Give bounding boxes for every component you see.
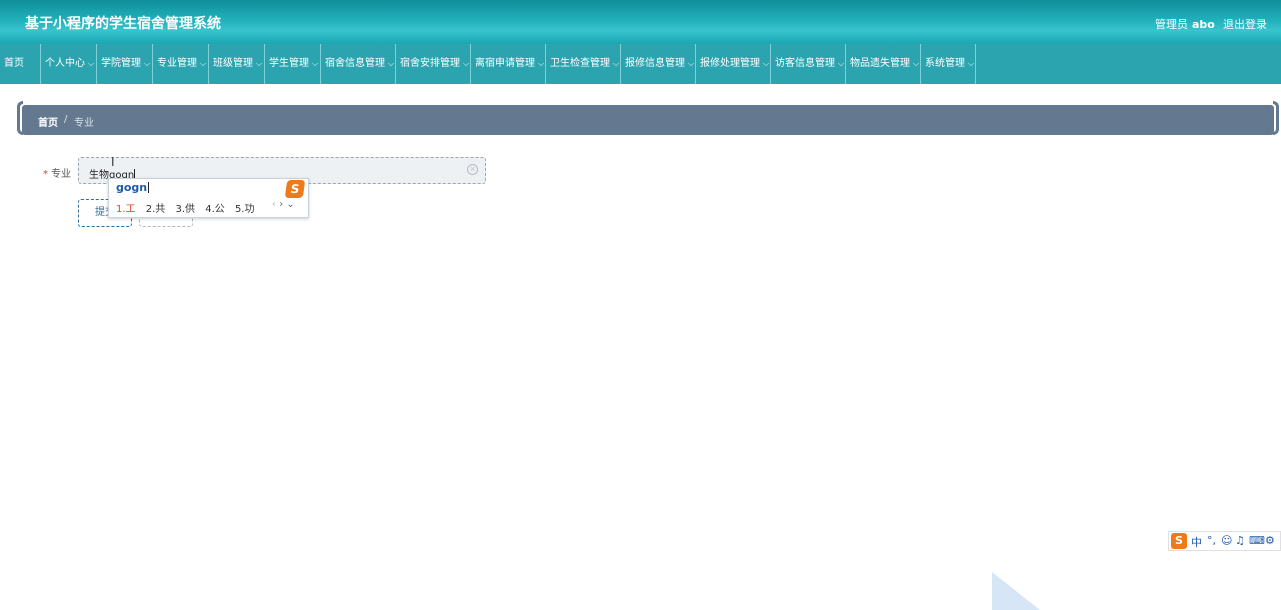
chevron-down-icon: ⌵: [763, 59, 770, 68]
ime-composition: gogn: [116, 181, 150, 194]
logout-link[interactable]: 退出登录: [1223, 16, 1267, 32]
ime-candidate[interactable]: 2.共: [146, 200, 166, 215]
mouse-ibeam-cursor-icon: I: [111, 155, 115, 169]
ime-keyboard-icon[interactable]: ⌨: [1249, 534, 1265, 547]
nav-item-major[interactable]: 专业管理 ⌵: [153, 44, 209, 84]
major-field-label: * 专业: [43, 165, 71, 180]
nav-label: 专业管理: [157, 58, 197, 69]
nav-label: 访客信息管理: [775, 58, 835, 69]
ime-punctuation-icon[interactable]: °,: [1207, 534, 1216, 547]
breadcrumb-current: 专业: [74, 118, 94, 129]
ime-composition-text: gogn: [116, 181, 148, 194]
chevron-down-icon: ⌵: [256, 59, 263, 68]
ime-candidate-list: 1.工 2.共 3.供 4.公 5.功: [116, 200, 261, 215]
nav-label: 离宿申请管理: [475, 58, 535, 69]
chevron-down-icon: ⌵: [838, 59, 845, 68]
breadcrumb-home[interactable]: 首页: [38, 114, 58, 129]
username: abo: [1192, 18, 1215, 31]
nav-item-visitor[interactable]: 访客信息管理 ⌵: [771, 44, 846, 84]
nav-item-lost-items[interactable]: 物品遗失管理 ⌵: [846, 44, 921, 84]
nav-item-student[interactable]: 学生管理 ⌵: [265, 44, 321, 84]
nav-label: 个人中心: [45, 58, 85, 69]
nav-label: 班级管理: [213, 58, 253, 69]
nav-item-profile[interactable]: 个人中心 ⌵: [41, 44, 97, 84]
nav-label: 宿舍信息管理: [325, 58, 385, 69]
nav-label: 学院管理: [101, 58, 141, 69]
ime-pager: ‹ › ⌄: [272, 199, 295, 210]
nav-label: 宿舍安排管理: [400, 58, 460, 69]
prev-page-icon[interactable]: ‹: [272, 199, 276, 210]
user-role: 管理员: [1155, 18, 1188, 31]
ime-voice-icon[interactable]: ♫: [1235, 534, 1245, 547]
ime-caret: [148, 182, 150, 193]
sogou-logo-icon[interactable]: S: [1171, 533, 1187, 549]
ime-candidate-popup: gogn S 1.工 2.共 3.供 4.公 5.功 ‹ › ⌄: [108, 178, 309, 218]
chevron-down-icon: ⌵: [688, 59, 695, 68]
ime-candidate[interactable]: 4.公: [205, 200, 225, 215]
sogou-logo-icon: S: [284, 180, 306, 198]
current-user: 管理员 abo: [1155, 16, 1215, 32]
required-mark: *: [43, 169, 48, 180]
nav-item-repair-info[interactable]: 报修信息管理 ⌵: [621, 44, 696, 84]
nav-label: 卫生检查管理: [550, 58, 610, 69]
breadcrumb: 首页 / 专业: [22, 105, 1274, 135]
chevron-down-icon: ⌵: [913, 59, 920, 68]
app-title: 基于小程序的学生宿舍管理系统: [25, 16, 221, 32]
nav-item-system[interactable]: 系统管理 ⌵: [921, 44, 976, 84]
nav-item-leave-request[interactable]: 离宿申请管理 ⌵: [471, 44, 546, 84]
ime-emoji-icon[interactable]: ☺: [1221, 534, 1232, 547]
chevron-down-icon: ⌵: [463, 59, 470, 68]
nav-label: 首页: [4, 58, 24, 69]
nav-item-class[interactable]: 班级管理 ⌵: [209, 44, 265, 84]
chevron-down-icon: ⌵: [968, 59, 975, 68]
chevron-down-icon: ⌵: [200, 59, 207, 68]
nav-label: 报修信息管理: [625, 58, 685, 69]
top-header: 基于小程序的学生宿舍管理系统 管理员 abo 退出登录: [0, 0, 1281, 44]
next-page-icon[interactable]: ›: [279, 199, 283, 210]
chevron-down-icon: ⌵: [88, 59, 95, 68]
chevron-down-icon: ⌵: [388, 59, 395, 68]
nav-label: 系统管理: [925, 58, 965, 69]
nav-item-dorm-info[interactable]: 宿舍信息管理 ⌵: [321, 44, 396, 84]
background-decoration: [992, 572, 1040, 610]
nav-item-college[interactable]: 学院管理 ⌵: [97, 44, 153, 84]
nav-item-dorm-arrange[interactable]: 宿舍安排管理 ⌵: [396, 44, 471, 84]
ime-candidate[interactable]: 3.供: [175, 200, 195, 215]
nav-item-hygiene[interactable]: 卫生检查管理 ⌵: [546, 44, 621, 84]
ime-candidate[interactable]: 5.功: [235, 200, 255, 215]
nav-label: 报修处理管理: [700, 58, 760, 69]
clear-icon[interactable]: ×: [467, 164, 478, 175]
breadcrumb-separator: /: [64, 114, 68, 125]
ime-toolbar: S 中 °, ☺ ♫ ⌨ ⚙: [1168, 531, 1281, 551]
major-field-label-text: 专业: [51, 169, 71, 180]
nav-item-repair-handle[interactable]: 报修处理管理 ⌵: [696, 44, 771, 84]
expand-candidates-icon[interactable]: ⌄: [286, 199, 294, 210]
chevron-down-icon: ⌵: [613, 59, 620, 68]
nav-label: 学生管理: [269, 58, 309, 69]
ime-mode-chinese[interactable]: 中: [1191, 534, 1202, 550]
nav-label: 物品遗失管理: [850, 58, 910, 69]
ime-settings-icon[interactable]: ⚙: [1265, 534, 1275, 547]
chevron-down-icon: ⌵: [538, 59, 545, 68]
ime-candidate[interactable]: 1.工: [116, 200, 136, 215]
main-nav: 首页 个人中心 ⌵ 学院管理 ⌵ 专业管理 ⌵ 班级管理 ⌵ 学生管理 ⌵ 宿舍信息管理 ⌵…: [0, 44, 1281, 84]
chevron-down-icon: ⌵: [312, 59, 319, 68]
nav-item-home[interactable]: 首页: [0, 44, 41, 84]
chevron-down-icon: ⌵: [144, 59, 151, 68]
